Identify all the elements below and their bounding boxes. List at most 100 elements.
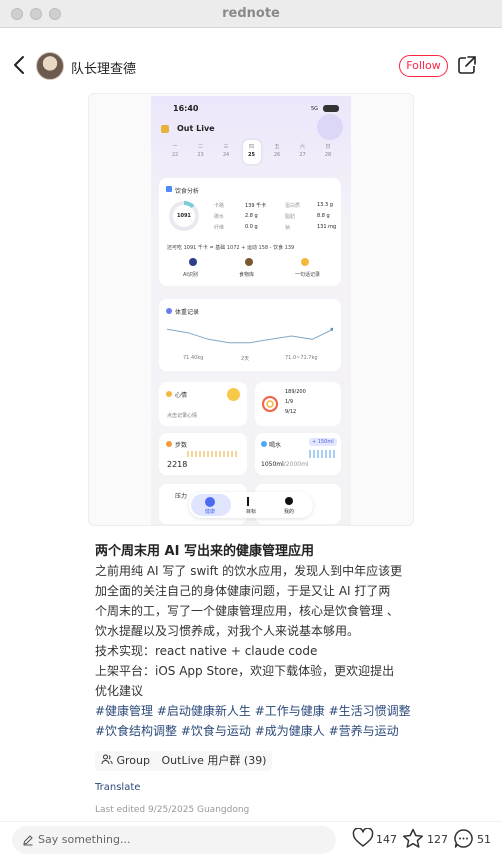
tab-health-icon[interactable] (205, 497, 215, 507)
post-body-line: 上架平台：iOS App Store，欢迎下载体验，更欢迎提出 (95, 664, 395, 678)
week-day-number[interactable]: 26 (271, 152, 283, 158)
diet-nutrient-label: 纤维 (214, 225, 225, 231)
week-day-label[interactable]: 四 (246, 143, 258, 150)
window-title: rednote (222, 6, 280, 21)
diet-nutrient-value: 2.8 g (245, 213, 258, 219)
star-icon (402, 828, 424, 848)
window-titlebar: rednote (0, 0, 502, 28)
diet-icon (166, 186, 172, 192)
post-tags[interactable]: #健康管理 #启动健康新人生 #工作与健康 #生活习惯调整 (95, 702, 411, 719)
diet-nutrient-label: 脂肪 (285, 214, 296, 220)
post-body-line: 之前用纯 AI 写了 swift 的饮水应用，发现人到中年应该更 (95, 564, 403, 578)
mood-hint: 点击记录心情 (167, 413, 198, 419)
diet-nutrient-label: 钠 (285, 225, 291, 231)
app-name: Out Live (177, 124, 215, 133)
diet-ring-value: 1091 (177, 213, 191, 219)
water-bars (309, 450, 335, 458)
translate-link[interactable]: Translate (95, 782, 140, 793)
diet-action-label[interactable]: 食物库 (239, 271, 254, 278)
diet-nutrient-value: 13.3 g (317, 202, 333, 208)
mood-icon (166, 391, 172, 397)
week-day-number[interactable]: 25 (246, 152, 258, 158)
progress-line-1: 189/200 (285, 389, 306, 395)
week-day-number[interactable]: 23 (195, 152, 207, 158)
tab-goal-icon[interactable] (247, 497, 255, 506)
diet-action-icon[interactable] (189, 258, 197, 266)
water-amount: 1050ml (261, 461, 284, 468)
back-arrow-icon[interactable] (10, 54, 30, 76)
steps-bars (187, 451, 239, 457)
week-day-label[interactable]: 二 (195, 143, 207, 150)
author-name[interactable]: 队长理查德 (71, 58, 136, 77)
post-tags[interactable]: #饮食结构调整 #饮食与运动 #成为健康人 #营养与运动 (95, 722, 399, 739)
app-logo-icon (161, 125, 169, 133)
steps-card[interactable]: 步数 2218 (159, 433, 247, 475)
weight-icon (166, 308, 172, 314)
comment-bubble-icon (454, 829, 473, 848)
weight-days-label: 2天 (241, 356, 250, 362)
water-title: 喝水 (269, 442, 282, 449)
week-day-label[interactable]: 六 (297, 143, 309, 150)
water-value: 1050ml/2000ml (261, 461, 309, 468)
progress-card[interactable]: 189/200 1/9 9/12 (255, 382, 341, 426)
weight-card[interactable]: 体重记录 71.40kg 2天 71.0~71.7kg (159, 299, 341, 371)
post-image[interactable]: 16:40 5G Out Live 一 22 二 23 三 24 四 25 五 26 六 27 日 28 … (88, 93, 414, 526)
status-network: 5G (311, 106, 319, 112)
steps-value: 2218 (167, 460, 188, 469)
weight-range-label: 71.0~71.7kg (285, 355, 318, 361)
share-icon[interactable] (457, 55, 477, 75)
diet-summary: 还可吃 1091 千卡 = 基础 1072 + 运动 158 - 饮食 139 (167, 245, 295, 251)
week-day-label[interactable]: 五 (271, 143, 283, 150)
mood-title: 心情 (175, 392, 188, 399)
group-label: Group (116, 754, 151, 767)
diet-action-label[interactable]: AI识别 (183, 271, 198, 278)
weight-current-label: 71.40kg (183, 355, 204, 361)
diet-nutrient-label: 碳水 (214, 214, 225, 220)
collect-count: 127 (427, 833, 448, 846)
post-body-line: 个周末的工，写了一个健康管理应用，核心是饮食管理 、 (95, 604, 399, 618)
comment-placeholder: Say something... (38, 833, 131, 846)
comment-count: 51 (477, 833, 491, 846)
tab-health[interactable]: 健康 (205, 508, 215, 515)
diet-nutrient-value: 0.0 g (245, 224, 258, 230)
diet-action-icon[interactable] (301, 258, 309, 266)
tab-goal[interactable]: 目标 (246, 508, 256, 515)
diet-nutrient-value: 8.8 g (317, 213, 330, 219)
group-name: OutLive 用户群 (39) (161, 754, 267, 767)
group-chip[interactable]: Group OutLive 用户群 (39) (95, 751, 273, 771)
edit-info: Last edited 9/25/2025 Guangdong (95, 805, 250, 815)
follow-button[interactable]: Follow (399, 55, 448, 77)
week-day-number[interactable]: 22 (169, 152, 181, 158)
diet-nutrient-value: 139 千卡 (245, 203, 267, 209)
diet-nutrient-label: 蛋白质 (285, 203, 301, 209)
diet-action-icon[interactable] (245, 258, 253, 266)
diet-analysis-card[interactable]: 饮食分析 1091 卡路 139 千卡 蛋白质 13.3 g 碳水 2.8 g 脂肪 8.8 … (159, 178, 341, 286)
author-avatar[interactable] (36, 52, 64, 80)
week-day-number[interactable]: 24 (220, 152, 232, 158)
steps-icon (166, 441, 172, 447)
diet-action-label[interactable]: 一句话记录 (295, 271, 320, 278)
heart-icon (352, 828, 374, 847)
diet-title: 饮食分析 (175, 188, 200, 195)
post-body-line: 加全面的关注自己的身体健康问题，于是又让 AI 打了两 (95, 584, 391, 598)
tab-me-icon[interactable] (285, 497, 293, 505)
week-day-number[interactable]: 28 (322, 152, 334, 158)
comment-input[interactable]: Say something... (12, 826, 336, 854)
water-goal: /2000ml (283, 461, 309, 468)
tab-me[interactable]: 我的 (284, 508, 294, 515)
post-body-line: 饮水提醒以及习惯养成，对我个人来说基本够用。 (95, 624, 360, 638)
like-count: 147 (376, 833, 397, 846)
post-header: 队长理查德 Follow (0, 44, 502, 88)
mood-face-icon (227, 388, 240, 401)
app-screenshot: 16:40 5G Out Live 一 22 二 23 三 24 四 25 五 26 六 27 日 28 … (151, 96, 351, 525)
water-add-button[interactable]: + 150ml (309, 438, 337, 446)
pressure-title: 压力 (175, 493, 188, 500)
pencil-icon (23, 835, 33, 846)
water-card[interactable]: 喝水 + 150ml 1050ml/2000ml (255, 433, 341, 475)
week-day-number[interactable]: 27 (297, 152, 309, 158)
week-day-label[interactable]: 日 (322, 143, 334, 150)
week-day-label[interactable]: 三 (220, 143, 232, 150)
week-day-label[interactable]: 一 (169, 143, 181, 150)
weight-title: 体重记录 (175, 309, 200, 316)
mood-card[interactable]: 心情 点击记录心情 (159, 382, 247, 426)
